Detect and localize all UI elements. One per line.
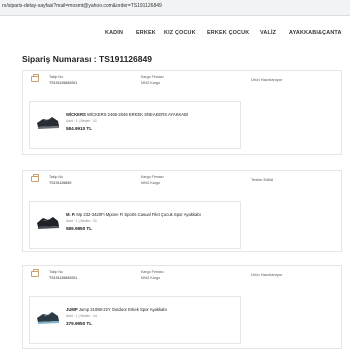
category-nav: KADIN ERKEK KIZ ÇOCUK ERKEK ÇOCUK VALİZ … — [0, 30, 350, 42]
product-item[interactable]: M. P. Mp 232-3420Fi Mpone Fi Sports Casu… — [29, 201, 241, 249]
product-image[interactable] — [35, 108, 61, 134]
nav-item-valiz[interactable]: VALİZ — [260, 30, 276, 36]
product-meta: Adet : 1 | Beden : 31 — [66, 219, 97, 223]
product-meta: Adet : 1 | Beden : 44 — [66, 314, 97, 318]
package-icon — [31, 174, 39, 182]
product-price: 584.9910 TL — [66, 126, 93, 131]
nav-item-erkek[interactable]: ERKEK — [136, 30, 156, 36]
browser-address-bar[interactable]: ro/siparis-detay-sayfasi?mail=mosmt@yaho… — [0, 0, 350, 16]
carrier-label: Kargo Firması — [141, 270, 164, 274]
url-text[interactable]: ro/siparis-detay-sayfasi?mail=mosmt@yaho… — [2, 3, 162, 9]
carrier-label: Kargo Firması — [141, 175, 164, 179]
carrier-name: MNG Kargo — [141, 276, 160, 280]
carrier-name: MNG Kargo — [141, 81, 160, 85]
product-name[interactable]: M. P. Mp 232-3420Fi Mpone Fi Sports Casu… — [66, 212, 201, 217]
product-item[interactable]: WİCKERS WİCKERS 2465-2046 ERKEK SNEAKERS… — [29, 101, 241, 149]
page-title: Sipariş Numarası : TS191126849 — [22, 54, 152, 64]
product-image[interactable] — [35, 303, 61, 329]
nav-item-kiz-cocuk[interactable]: KIZ ÇOCUK — [164, 30, 196, 36]
product-price: 379.9950 TL — [66, 321, 93, 326]
nav-item-erkek-cocuk[interactable]: ERKEK ÇOCUK — [207, 30, 249, 36]
order-status: Ürün Hazırlanıyor — [251, 77, 283, 82]
tracking-label: Takip No — [49, 175, 63, 179]
product-item[interactable]: JUMP Jump 21088-22Y Outdoor Erkek Spor A… — [29, 296, 241, 344]
order-header: Takip No TS191126849201 Kargo Firması MN… — [23, 266, 341, 286]
order-status: Ürün Hazırlanıyor — [251, 272, 283, 277]
nav-item-kadin[interactable]: KADIN — [105, 30, 123, 36]
order-header: Takip No TS191126849 Kargo Firması MNG K… — [23, 171, 341, 191]
product-brand: JUMP — [66, 307, 78, 312]
product-price: 589.9850 TL — [66, 226, 93, 231]
product-meta: Adet : 1 | Beden : 41 — [66, 119, 97, 123]
tracking-number: TS191126849 — [49, 181, 72, 185]
tracking-label: Takip No — [49, 270, 63, 274]
product-brand: M. P. — [66, 212, 76, 217]
order-card: Takip No TS191126849201 Kargo Firması MN… — [22, 265, 342, 349]
order-header: Takip No TS191126849201 Kargo Firması MN… — [23, 71, 341, 91]
tracking-number: TS191126849201 — [49, 81, 78, 85]
nav-item-ayakkabi-canta[interactable]: AYAKKABI&ÇANTA — [289, 30, 342, 36]
product-name[interactable]: WİCKERS WİCKERS 2465-2046 ERKEK SNEAKERS… — [66, 112, 188, 117]
order-card: Takip No TS191126849 Kargo Firması MNG K… — [22, 170, 342, 252]
product-image[interactable] — [35, 208, 61, 234]
carrier-name: MNG Kargo — [141, 181, 160, 185]
carrier-label: Kargo Firması — [141, 75, 164, 79]
package-icon — [31, 269, 39, 277]
package-icon — [31, 74, 39, 82]
product-brand: WİCKERS — [66, 112, 86, 117]
tracking-label: Takip No — [49, 75, 63, 79]
order-card: Takip No TS191126849201 Kargo Firması MN… — [22, 70, 342, 155]
tracking-number: TS191126849201 — [49, 276, 78, 280]
order-status: Teslim Edildi — [251, 177, 274, 182]
product-name[interactable]: JUMP Jump 21088-22Y Outdoor Erkek Spor A… — [66, 307, 167, 312]
